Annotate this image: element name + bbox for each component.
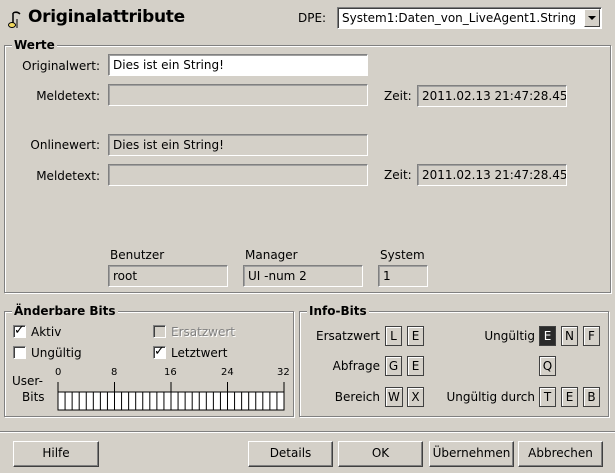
details-button[interactable]: Details	[248, 441, 333, 467]
scale-label: 16	[164, 367, 177, 378]
ungueltig-label: Ungültig	[31, 346, 82, 360]
ersatzwert-checkbox-label: Ersatzwert	[171, 325, 235, 339]
hilfe-button[interactable]: Hilfe	[13, 441, 99, 467]
ok-button[interactable]: OK	[338, 441, 423, 467]
aenderbare-bits-title: Änderbare Bits	[12, 304, 118, 318]
info-bit-box: E	[407, 356, 424, 376]
meldetext2-label: Meldetext:	[36, 169, 100, 183]
letztwert-checkbox[interactable]: ✓	[153, 344, 166, 359]
info-bit-box: G	[385, 356, 402, 376]
user-bits-label-2: Bits	[22, 390, 45, 404]
benutzer-field[interactable]: root	[108, 265, 228, 287]
info-ungueltig-durch-label: Ungültig durch	[446, 390, 535, 404]
info-bit-box: T	[539, 387, 556, 407]
scale-label: 24	[221, 367, 234, 378]
info-bit-box: B	[583, 387, 600, 407]
user-bits-label-1: User-	[12, 374, 43, 388]
page-title: Originalattribute	[28, 7, 185, 27]
originalwert-label: Originalwert:	[22, 59, 100, 73]
zeit1-field[interactable]: 2011.02.13 21:47:28.450	[417, 85, 567, 107]
manager-field[interactable]: UI -num 2	[243, 265, 363, 287]
manager-label: Manager	[245, 248, 298, 262]
info-bit-box: W	[385, 387, 403, 407]
onlinewert-field[interactable]: Dies ist ein String!	[108, 134, 368, 156]
letztwert-label: Letztwert	[171, 346, 228, 360]
user-bits-ruler	[57, 382, 285, 411]
info-bit-box: Q	[539, 356, 556, 376]
originalwert-field[interactable]: Dies ist ein String!	[108, 54, 368, 76]
document-lock-icon	[8, 11, 21, 28]
aktiv-checkbox[interactable]: ✓	[13, 323, 26, 338]
scale-label: 0	[55, 367, 62, 378]
meldetext2-field[interactable]	[108, 164, 368, 186]
system-field[interactable]: 1	[378, 265, 428, 287]
info-ersatzwert-label: Ersatzwert	[316, 329, 380, 343]
info-abfrage-label: Abfrage	[332, 359, 380, 373]
dpe-select-value: System1:Daten_von_LiveAgent1.String	[342, 11, 577, 25]
dpe-select[interactable]: System1:Daten_von_LiveAgent1.String	[337, 7, 602, 29]
zeit2-field[interactable]: 2011.02.13 21:47:28.450	[417, 164, 567, 186]
scale-label: 8	[111, 367, 118, 378]
chevron-down-icon[interactable]	[584, 9, 600, 27]
check-icon: ✓	[154, 344, 165, 359]
info-bit-box: F	[583, 326, 600, 346]
dpe-label: DPE:	[298, 11, 327, 25]
info-bit-box: L	[385, 326, 402, 346]
info-bit-box: X	[407, 387, 424, 407]
info-ungueltig-label: Ungültig	[484, 329, 535, 343]
meldetext1-label: Meldetext:	[36, 89, 100, 103]
zeit1-label: Zeit:	[384, 89, 412, 103]
check-icon: ✓	[14, 323, 25, 338]
abbrechen-button[interactable]: Abbrechen	[518, 441, 603, 467]
aktiv-label: Aktiv	[31, 325, 62, 339]
scale-label: 32	[277, 367, 290, 378]
info-bit-box: E	[407, 326, 424, 346]
info-bereich-label: Bereich	[334, 390, 380, 404]
werte-group-title: Werte	[12, 38, 57, 52]
info-bits-title: Info-Bits	[307, 304, 369, 318]
meldetext1-field[interactable]	[108, 84, 368, 106]
ersatzwert-checkbox[interactable]	[153, 325, 166, 338]
ungueltig-checkbox[interactable]	[13, 346, 26, 359]
system-label: System	[380, 248, 425, 262]
uebernehmen-button[interactable]: Übernehmen	[429, 441, 514, 467]
onlinewert-label: Onlinewert:	[30, 138, 100, 152]
zeit2-label: Zeit:	[384, 168, 412, 182]
info-bit-box: E	[561, 387, 578, 407]
info-bit-box: N	[561, 326, 578, 346]
info-bit-box-active: E	[539, 326, 556, 346]
benutzer-label: Benutzer	[110, 248, 165, 262]
